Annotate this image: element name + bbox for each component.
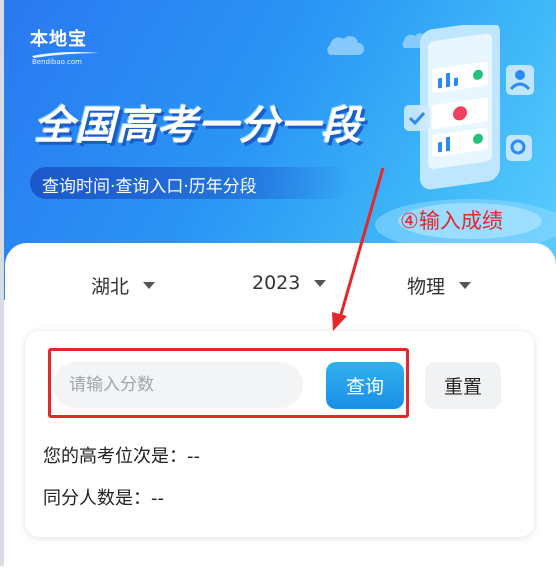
subject-select[interactable]: 物理 [407,272,472,299]
chevron-down-icon [459,282,472,289]
province-label: 湖北 [91,276,130,298]
annotation-label: ④输入成绩 [400,209,503,233]
reset-button[interactable]: 重置 [425,362,501,409]
subject-label: 物理 [407,276,446,298]
chevron-down-icon [143,282,156,289]
filter-selectors: 湖北 2023 物理 [5,262,556,306]
banner-title: 全国高考一分一段 [34,103,362,149]
same-score-result: 同分人数是：-- [43,488,164,509]
year-label: 2023 [252,272,301,294]
rank-result: 您的高考位次是：-- [43,446,200,467]
logo[interactable]: 本地宝 Bendibao.com [30,29,100,67]
annotation-highlight-box [48,348,409,418]
year-select[interactable]: 2023 [252,272,327,294]
chevron-down-icon [314,279,327,287]
left-edge [0,0,4,566]
province-select[interactable]: 湖北 [91,272,156,299]
logo-subtext: Bendibao.com [32,58,83,66]
logo-text: 本地宝 [30,29,87,50]
banner-subtitle: 查询时间·查询入口·历年分段 [42,177,257,197]
